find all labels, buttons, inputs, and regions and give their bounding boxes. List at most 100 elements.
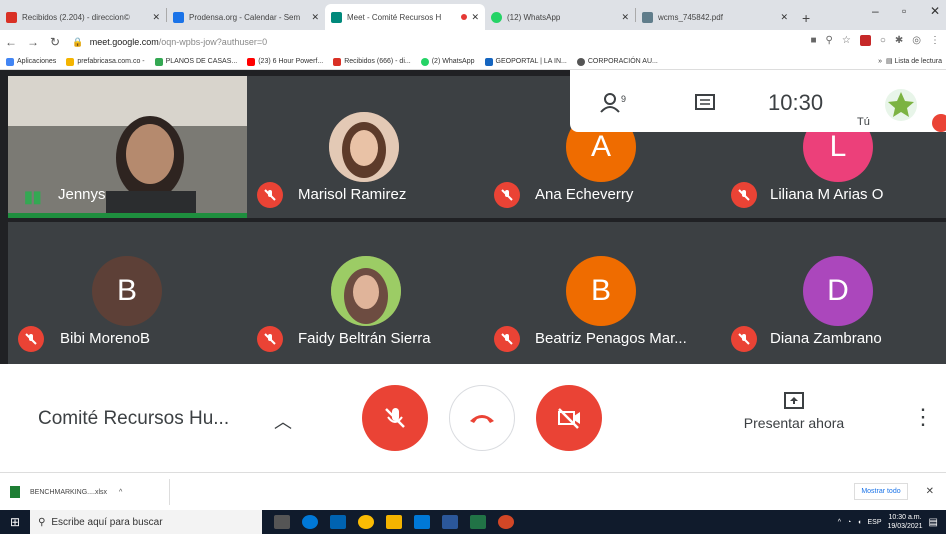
google-icon xyxy=(154,57,163,66)
puzzle-icon[interactable]: ✱ xyxy=(895,35,903,46)
address-bar[interactable]: 🔒 meet.google.com/oqn-wpbs-jow?authuser=… xyxy=(72,37,267,48)
zoom-icon[interactable]: ⚲ xyxy=(826,35,833,46)
more-options-icon[interactable]: ⋮ xyxy=(912,404,934,430)
word-icon[interactable] xyxy=(442,515,459,529)
close-tab-icon[interactable]: ✕ xyxy=(471,12,479,23)
tab-recibidos[interactable]: Recibidos (2.204) - direccion© ✕ xyxy=(0,4,166,30)
search-placeholder: Escribe aquí para buscar xyxy=(51,516,163,528)
meeting-info-bar: 9 10:30 Tú xyxy=(570,70,946,132)
tray-arrow-icon[interactable]: ^ xyxy=(838,519,841,526)
avatar xyxy=(331,256,401,326)
tab-title: (12) WhatsApp xyxy=(507,12,561,22)
participant-tile[interactable]: Marisol Ramirez xyxy=(247,76,484,218)
participant-tile[interactable]: B Beatriz Penagos Mar... xyxy=(484,222,721,364)
chevron-up-icon[interactable]: ^ xyxy=(119,489,122,496)
tab-calendar[interactable]: Prodensa.org - Calendar - Sem ✕ xyxy=(167,4,325,30)
bookmark-item[interactable]: (23) 6 Hour Powerf... xyxy=(247,57,324,66)
participant-tile[interactable]: B Bibi MorenoB xyxy=(8,222,247,364)
minimize-icon[interactable]: – xyxy=(872,4,879,18)
tab-pdf[interactable]: wcms_745842.pdf ✕ xyxy=(636,4,794,30)
muted-mic-icon xyxy=(731,326,757,352)
file-explorer-icon[interactable] xyxy=(386,515,403,529)
leave-call-button[interactable] xyxy=(449,385,515,451)
bookmark-label: (23) 6 Hour Powerf... xyxy=(258,58,324,65)
windows-start-icon[interactable]: ⊞ xyxy=(10,515,20,529)
bookmark-item[interactable]: prefabricasa.com.co - xyxy=(66,57,145,66)
apps-icon xyxy=(6,57,14,66)
forward-icon[interactable]: → xyxy=(22,35,44,49)
bookmark-item[interactable]: CORPORACIÓN AU... xyxy=(576,57,658,66)
chrome-icon[interactable] xyxy=(358,515,375,529)
excel-icon[interactable] xyxy=(470,515,487,529)
taskbar-search[interactable]: ⚲ Escribe aquí para buscar xyxy=(30,510,263,534)
excel-file-icon xyxy=(10,486,20,498)
network-icon[interactable]: ◔ xyxy=(847,519,851,526)
participant-tile-video[interactable]: ▮▮ Jennys xyxy=(8,76,247,218)
close-tab-icon[interactable]: ✕ xyxy=(311,12,319,23)
reading-list[interactable]: » ▤ Lista de lectura xyxy=(878,57,942,65)
self-label: Tú xyxy=(857,116,870,128)
star-icon[interactable]: ☆ xyxy=(842,35,851,46)
camera-toggle-button[interactable] xyxy=(536,385,602,451)
bookmark-item[interactable]: Aplicaciones xyxy=(6,57,56,66)
download-item[interactable]: BENCHMARKING....xlsx ^ xyxy=(10,479,170,505)
taskbar-clock[interactable]: 10:30 a.m. 19/03/2021 xyxy=(888,513,923,531)
clock-time: 10:30 a.m. xyxy=(888,514,922,521)
participant-tile[interactable]: D Diana Zambrano xyxy=(721,222,946,364)
mail-icon[interactable] xyxy=(330,515,347,529)
url-host: meet.google.com xyxy=(89,36,159,47)
language-indicator[interactable]: ESP xyxy=(867,519,881,526)
navigation-bar: ← → ↻ 🔒 meet.google.com/oqn-wpbs-jow?aut… xyxy=(0,30,946,54)
bookmark-item[interactable]: PLANOS DE CASAS... xyxy=(154,57,237,66)
close-tab-icon[interactable]: ✕ xyxy=(780,12,788,23)
circle-icon[interactable]: ○ xyxy=(880,35,886,46)
muted-mic-icon xyxy=(257,326,283,352)
task-view-icon[interactable] xyxy=(274,515,291,529)
store-icon[interactable] xyxy=(414,515,431,529)
close-tab-icon[interactable]: ✕ xyxy=(152,12,160,23)
tab-title: wcms_745842.pdf xyxy=(658,12,723,22)
participant-name: Diana Zambrano xyxy=(770,330,882,347)
bookmark-item[interactable]: GEOPORTAL | LA IN... xyxy=(484,57,567,66)
close-window-icon[interactable]: ✕ xyxy=(930,4,940,18)
menu-icon[interactable]: ⋮ xyxy=(930,35,940,46)
profile-icon[interactable]: ◎ xyxy=(912,35,921,46)
close-downloads-icon[interactable]: ✕ xyxy=(926,486,934,497)
tab-title: Prodensa.org - Calendar - Sem xyxy=(189,12,301,22)
clock-date: 19/03/2021 xyxy=(887,523,923,530)
pdf-icon xyxy=(642,11,653,23)
close-tab-icon[interactable]: ✕ xyxy=(621,12,629,23)
extension-icon[interactable] xyxy=(859,35,871,46)
present-now-button[interactable]: Presentar ahora xyxy=(734,390,854,431)
maximize-icon[interactable]: ▫ xyxy=(902,4,906,18)
powerpoint-icon[interactable] xyxy=(498,515,515,529)
back-icon[interactable]: ← xyxy=(0,35,22,49)
volume-icon[interactable]: ◖ xyxy=(857,519,861,526)
tab-meet[interactable]: Meet - Comité Recursos H ✕ xyxy=(325,4,485,30)
participant-tile[interactable]: Faidy Beltrán Sierra xyxy=(247,222,484,364)
chat-icon[interactable] xyxy=(695,94,715,112)
meeting-controls: Comité Recursos Hu... ︿ Presentar ahora … xyxy=(0,364,946,472)
reload-icon[interactable]: ↻ xyxy=(44,35,66,49)
globe-icon xyxy=(576,57,585,66)
calendar-icon xyxy=(173,11,184,23)
new-tab-icon[interactable]: + xyxy=(794,10,818,30)
show-all-button[interactable]: Mostrar todo xyxy=(854,483,908,500)
tab-title: Meet - Comité Recursos H xyxy=(347,12,442,22)
mic-toggle-button[interactable] xyxy=(362,385,428,451)
bookmark-item[interactable]: Recibidos (666) - di... xyxy=(333,57,411,66)
recording-dot-icon xyxy=(461,14,468,20)
notifications-icon[interactable]: ▤ xyxy=(929,517,938,528)
meeting-title[interactable]: Comité Recursos Hu... xyxy=(38,408,229,430)
bookmark-label: GEOPORTAL | LA IN... xyxy=(495,58,567,65)
camera-icon[interactable]: ■ xyxy=(810,35,816,46)
people-icon[interactable]: 9 xyxy=(600,92,630,114)
muted-mic-icon xyxy=(257,182,283,208)
tab-whatsapp[interactable]: (12) WhatsApp ✕ xyxy=(485,4,635,30)
bookmark-item[interactable]: (2) WhatsApp xyxy=(420,57,475,66)
edge-icon[interactable] xyxy=(302,515,319,529)
present-icon xyxy=(784,392,804,409)
chevron-up-icon[interactable]: ︿ xyxy=(274,408,292,434)
whatsapp-icon xyxy=(491,11,502,23)
self-view-thumbnail[interactable] xyxy=(884,88,918,122)
